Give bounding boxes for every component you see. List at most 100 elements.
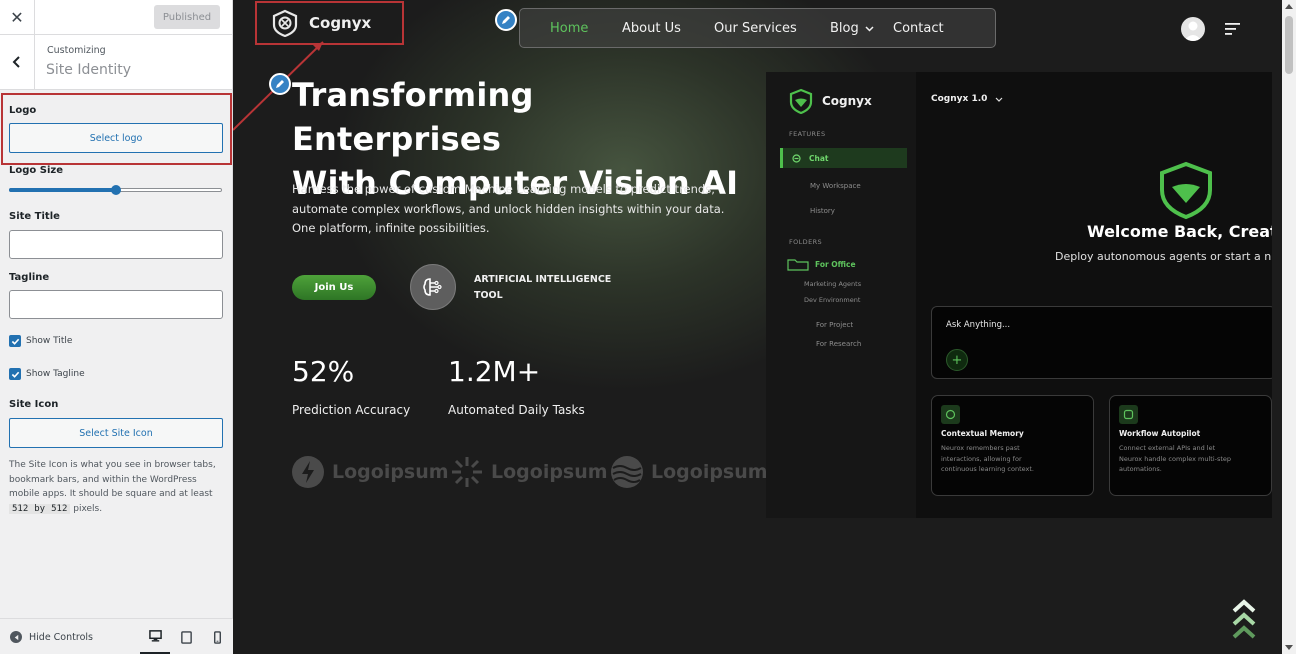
features-heading: FEATURES (789, 130, 826, 138)
join-us-button[interactable]: Join Us (292, 275, 376, 300)
shield-logo-icon (789, 88, 813, 114)
nav-blog-label: Blog (830, 21, 859, 36)
plus-button[interactable]: + (946, 349, 968, 371)
menu-icon[interactable] (1225, 22, 1241, 36)
size-by: by (31, 503, 49, 514)
ai-label-line2: TOOL (474, 290, 503, 301)
collapse-icon (10, 631, 22, 643)
card-description: Connect external APIs and let Neurox han… (1119, 444, 1232, 473)
mockup-dev-item[interactable]: Dev Environment (804, 296, 860, 304)
section-header: Customizing Site Identity (0, 35, 232, 90)
mockup-version-selector[interactable]: Cognyx 1.0 (931, 94, 1003, 104)
close-customizer-button[interactable]: ✕ (0, 0, 35, 35)
card-description: Neurox remembers past interactions, allo… (941, 444, 1034, 473)
mockup-sidebar: Cognyx FEATURES Chat My Workspace Histor… (766, 72, 916, 518)
sunburst-logo-icon (452, 457, 482, 487)
mockup-research-item[interactable]: For Research (816, 340, 861, 348)
mockup-workspace-item[interactable]: My Workspace (810, 182, 861, 190)
logo-size-slider[interactable] (9, 183, 222, 197)
partner-logo-name: Logoipsum (332, 461, 449, 483)
partner-logo: Logoipsum (450, 455, 608, 489)
brand-shield-icon (272, 9, 298, 37)
preview-mobile-button[interactable] (202, 619, 232, 654)
pencil-icon (276, 80, 284, 88)
back-button[interactable] (0, 35, 35, 89)
preview-scrollbar[interactable] (1282, 0, 1296, 654)
publish-button[interactable]: Published (154, 5, 220, 29)
dashboard-mockup: Cognyx FEATURES Chat My Workspace Histor… (766, 72, 1272, 518)
mockup-welcome-title: Welcome Back, Creato (1087, 222, 1272, 241)
stat-tasks-label: Automated Daily Tasks (448, 403, 585, 417)
scroll-up-icon[interactable] (1285, 4, 1293, 9)
hide-controls-button[interactable]: Hide Controls (10, 631, 93, 643)
chevron-down-icon (865, 25, 874, 32)
mockup-ask-box[interactable]: Ask Anything... + (931, 306, 1272, 379)
feature-card: Workflow Autopilot Connect external APIs… (1109, 395, 1272, 496)
mockup-folder-office[interactable]: For Office (787, 258, 856, 271)
stat-accuracy-label: Prediction Accuracy (292, 403, 411, 417)
chevron-down-icon (995, 97, 1003, 102)
user-avatar[interactable] (1181, 17, 1205, 41)
preview-desktop-button[interactable] (140, 619, 170, 654)
checkmark-icon (11, 371, 19, 378)
show-tagline-label: Show Tagline (26, 369, 85, 379)
ai-tool-label: ARTIFICIAL INTELLIGENCE TOOL (474, 272, 624, 304)
card-title: Workflow Autopilot (1119, 429, 1201, 438)
close-icon: ✕ (10, 8, 24, 27)
for-office-label: For Office (815, 260, 856, 269)
customizer-topbar: ✕ Published (0, 0, 232, 35)
site-icon-description: The Site Icon is what you see in browser… (9, 458, 224, 516)
site-preview: Cognyx Home About Us Our Services Blog C… (233, 0, 1282, 654)
mockup-brand: Cognyx (788, 88, 872, 114)
select-site-icon-button[interactable]: Select Site Icon (9, 418, 223, 448)
main-navigation: Home About Us Our Services Blog Contact (519, 8, 996, 48)
nav-our-services[interactable]: Our Services (714, 21, 797, 36)
size-width: 512 (9, 503, 32, 514)
user-icon (1184, 21, 1202, 41)
version-label: Cognyx 1.0 (931, 94, 988, 104)
nav-blog[interactable]: Blog (830, 21, 874, 36)
logo-size-label: Logo Size (9, 165, 63, 176)
bolt-logo-icon (292, 456, 324, 488)
folder-icon (787, 259, 809, 271)
slider-fill (9, 188, 116, 192)
preview-tablet-button[interactable] (171, 619, 201, 654)
site-title-input[interactable] (9, 230, 223, 259)
back-to-top-icon[interactable] (1231, 598, 1257, 644)
customizer-footer: Hide Controls (0, 618, 233, 654)
show-title-option[interactable]: Show Title (9, 335, 72, 347)
nav-about-us[interactable]: About Us (622, 21, 681, 36)
show-tagline-checkbox[interactable] (9, 368, 21, 380)
mockup-marketing-item[interactable]: Marketing Agents (804, 280, 861, 288)
mockup-project-item[interactable]: For Project (816, 321, 853, 329)
folders-heading: FOLDERS (789, 238, 823, 246)
site-title-label: Site Title (9, 211, 60, 222)
nav-home[interactable]: Home (550, 21, 588, 36)
hide-controls-label: Hide Controls (29, 631, 93, 643)
customizer-sidebar: ✕ Published Customizing Site Identity Lo… (0, 0, 233, 654)
brain-circuit-icon (423, 278, 442, 296)
scroll-thumb[interactable] (1285, 16, 1293, 74)
mockup-history-item[interactable]: History (810, 207, 835, 215)
mockup-chat-item[interactable]: Chat (780, 148, 907, 168)
stat-tasks-value: 1.2M+ (448, 355, 541, 388)
brand-name: Cognyx (309, 14, 372, 32)
size-height: 512 (48, 503, 71, 514)
show-title-checkbox[interactable] (9, 335, 21, 347)
show-tagline-option[interactable]: Show Tagline (9, 368, 85, 380)
scroll-down-icon[interactable] (1285, 645, 1293, 650)
slider-thumb[interactable] (111, 185, 121, 195)
pencil-icon (502, 16, 510, 24)
edit-hero-pen[interactable] (269, 73, 291, 95)
nav-contact[interactable]: Contact (893, 21, 944, 36)
tagline-label: Tagline (9, 272, 50, 283)
chevron-left-icon (12, 56, 20, 68)
edit-nav-pen[interactable] (495, 9, 517, 31)
section-title: Site Identity (46, 62, 131, 78)
hero-description: Harness the power of custom Machine Lear… (292, 182, 725, 235)
site-logo[interactable]: Cognyx (255, 1, 404, 45)
select-logo-button[interactable]: Select logo (9, 123, 223, 153)
stat-accuracy-value: 52% (292, 355, 355, 388)
tagline-input[interactable] (9, 290, 223, 319)
partner-logo-name: Logoipsum (491, 461, 608, 483)
